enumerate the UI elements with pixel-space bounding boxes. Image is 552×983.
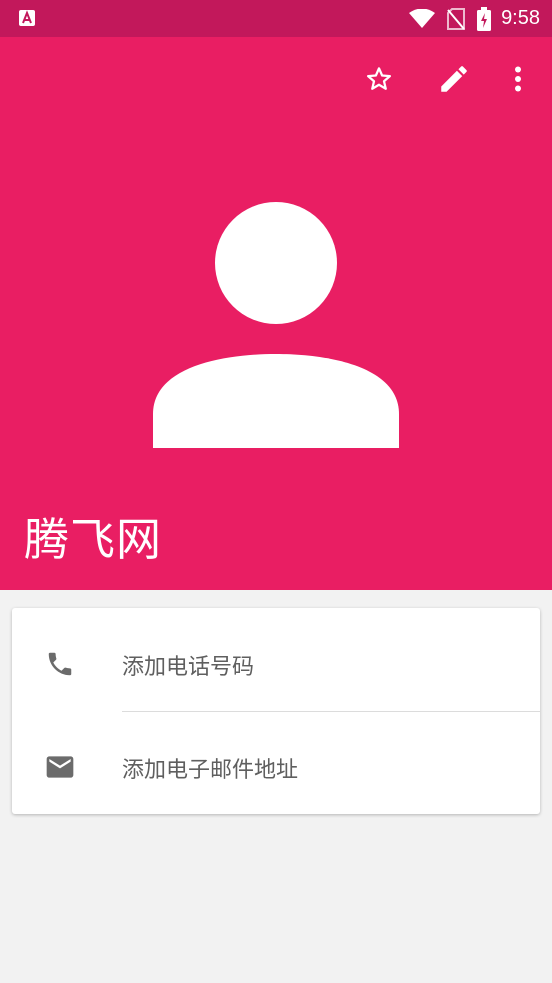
add-email-row[interactable]: 添加电子邮件地址 [12,711,540,814]
contact-header: 腾飞网 [0,37,552,590]
favorite-button[interactable] [359,61,399,101]
no-sim-icon [447,7,466,30]
more-vert-icon [514,66,522,96]
add-phone-label: 添加电话号码 [122,655,255,680]
contact-name: 腾飞网 [24,513,163,566]
more-options-button[interactable] [498,61,538,101]
add-phone-row[interactable]: 添加电话号码 [12,608,540,712]
contact-details-card: 添加电话号码 添加电子邮件地址 [12,608,540,814]
status-time: 9:58 [501,7,540,29]
add-email-label: 添加电子邮件地址 [122,758,299,783]
avatar-placeholder-icon [152,202,400,448]
phone-icon [42,646,78,682]
notification-a-icon [18,9,36,27]
edit-button[interactable] [434,61,474,101]
star-icon [364,64,394,98]
status-bar: 9:58 [0,0,552,37]
wifi-icon [409,8,436,29]
email-icon [42,749,78,785]
status-icons: 9:58 [397,0,540,37]
edit-icon [437,62,471,100]
battery-charging-icon [477,6,492,31]
